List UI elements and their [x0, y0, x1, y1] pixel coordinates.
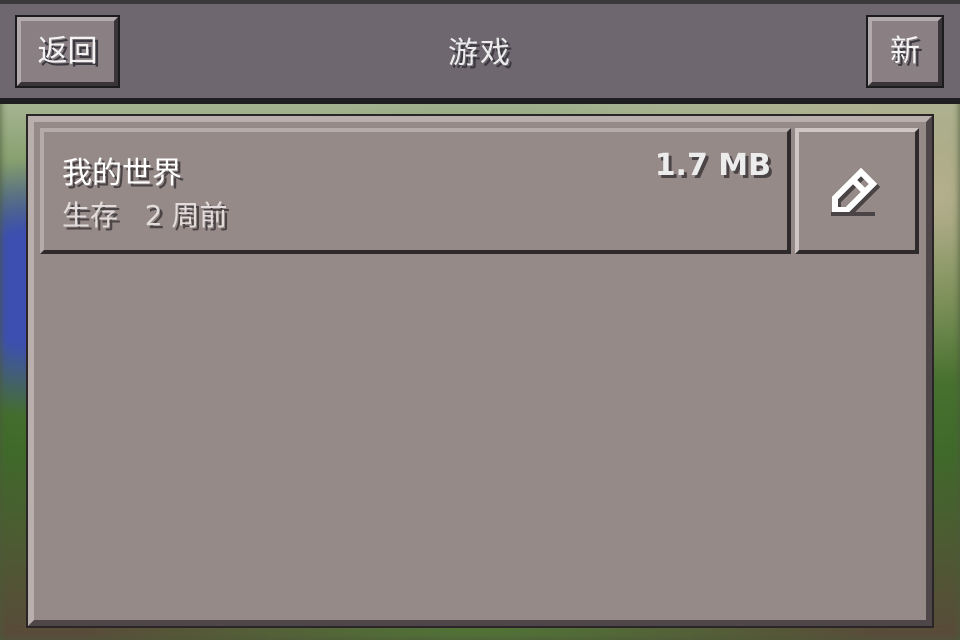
- new-world-button[interactable]: 新: [866, 15, 944, 88]
- world-mode-and-time: 生存 2 周前: [62, 194, 227, 234]
- world-last-played: 2 周前: [144, 199, 228, 232]
- world-mode: 生存: [62, 199, 119, 232]
- world-size: 1.7 MB: [654, 148, 771, 183]
- header-bar: 游戏: [0, 0, 960, 104]
- world-name: 我的世界: [62, 156, 182, 191]
- pencil-icon: [831, 167, 881, 216]
- edit-world-button[interactable]: [795, 128, 919, 254]
- header-top-edge: [0, 0, 960, 4]
- back-button[interactable]: 返回: [15, 15, 120, 88]
- page-title: 游戏: [448, 36, 512, 71]
- world-list-item[interactable]: 我的世界 1.7 MB 生存 2 周前: [40, 128, 791, 254]
